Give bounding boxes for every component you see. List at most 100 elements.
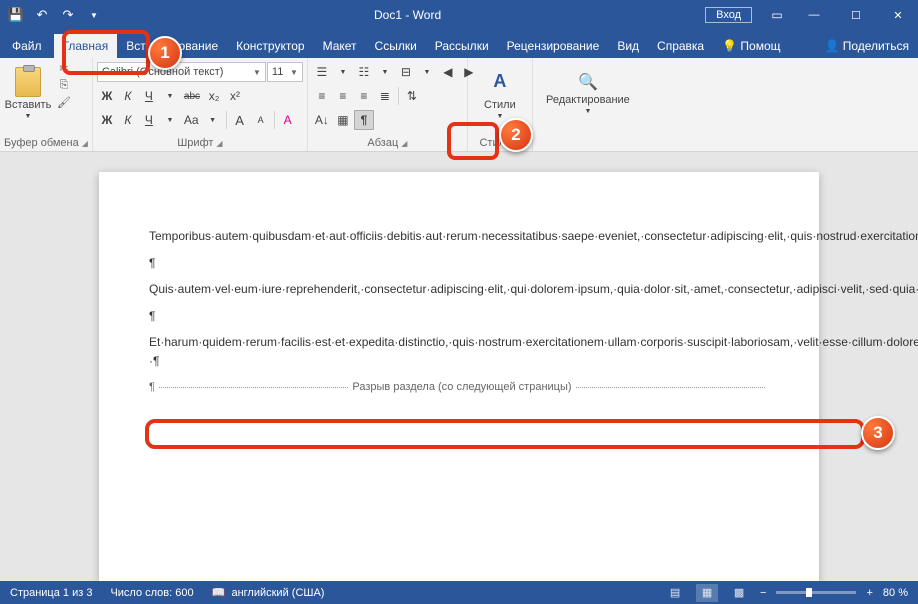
multilevel-icon[interactable]: ⊟ bbox=[396, 62, 416, 82]
ribbon-options-icon[interactable]: ▭ bbox=[762, 0, 792, 30]
dialog-launcher-icon[interactable]: ◢ bbox=[82, 139, 88, 148]
paragraph[interactable]: Quis·autem·vel·eum·iure·reprehenderit,·c… bbox=[149, 280, 769, 299]
editing-button[interactable]: 🔍 Редактирование ▼ bbox=[538, 60, 638, 126]
superscript-button[interactable]: x² bbox=[225, 86, 245, 106]
callout-number-2: 2 bbox=[499, 118, 533, 152]
group-paragraph: ☰▼ ☷▼ ⊟▼ ◀ ▶ ≡ ≡ ≡ ≣ ⇅ A↓ ▦ ¶ bbox=[308, 58, 468, 151]
tab-design[interactable]: Конструктор bbox=[227, 34, 313, 58]
group-label-paragraph: Абзац bbox=[367, 137, 398, 149]
bold-button[interactable]: Ж bbox=[97, 86, 117, 106]
quick-access-toolbar: 💾 ↶ ↷ ▼ bbox=[0, 3, 110, 27]
justify-icon[interactable]: ≣ bbox=[375, 86, 395, 106]
title-bar: 💾 ↶ ↷ ▼ Doc1 - Word Вход ▭ — ☐ ✕ bbox=[0, 0, 918, 30]
share-icon: 👤 bbox=[824, 39, 839, 53]
callout-number-3: 3 bbox=[861, 416, 895, 450]
numbering-more-icon[interactable]: ▼ bbox=[375, 62, 395, 82]
document-title: Doc1 - Word bbox=[110, 8, 705, 22]
line-spacing-icon[interactable]: ⇅ bbox=[402, 86, 422, 106]
dialog-launcher-icon[interactable]: ◢ bbox=[401, 139, 407, 148]
show-marks-button[interactable]: ¶ bbox=[354, 110, 374, 130]
copy-icon[interactable]: ⎘ bbox=[54, 77, 74, 94]
zoom-in-button[interactable]: + bbox=[866, 587, 872, 599]
shading-icon[interactable]: ▦ bbox=[333, 110, 353, 130]
ribbon: Вставить ▼ ✂ ⎘ 🖌 Буфер обмена◢ Calibri (… bbox=[0, 58, 918, 152]
multilevel-more-icon[interactable]: ▼ bbox=[417, 62, 437, 82]
format-painter-icon[interactable]: 🖌 bbox=[54, 94, 74, 111]
read-mode-icon[interactable]: ▤ bbox=[664, 584, 686, 602]
font-name-select[interactable]: Calibri (Основной текст)▼ bbox=[97, 62, 266, 82]
page: Temporibus·autem·quibusdam·et·aut·offici… bbox=[99, 172, 819, 581]
bulb-icon: 💡 bbox=[722, 39, 737, 53]
italic-button[interactable]: К bbox=[118, 86, 138, 106]
paragraph[interactable]: ¶ bbox=[149, 307, 769, 326]
cut-icon[interactable]: ✂ bbox=[54, 60, 74, 77]
dialog-launcher-icon[interactable]: ◢ bbox=[216, 139, 222, 148]
tab-review[interactable]: Рецензирование bbox=[498, 34, 609, 58]
font-size-select[interactable]: 11▼ bbox=[267, 62, 303, 82]
group-editing: 🔍 Редактирование ▼ bbox=[533, 58, 643, 151]
signin-button[interactable]: Вход bbox=[705, 7, 752, 23]
tab-help[interactable]: Справка bbox=[648, 34, 713, 58]
paragraph[interactable]: ¶ bbox=[149, 254, 769, 273]
paste-button[interactable]: Вставить ▼ bbox=[4, 60, 52, 126]
numbering-icon[interactable]: ☷ bbox=[354, 62, 374, 82]
close-button[interactable]: ✕ bbox=[878, 0, 918, 30]
underline-more-icon[interactable]: ▼ bbox=[160, 86, 180, 106]
save-icon[interactable]: 💾 bbox=[4, 3, 28, 27]
bullets-icon[interactable]: ☰ bbox=[312, 62, 332, 82]
group-clipboard: Вставить ▼ ✂ ⎘ 🖌 Буфер обмена◢ bbox=[0, 58, 93, 151]
paragraph[interactable]: Temporibus·autem·quibusdam·et·aut·offici… bbox=[149, 227, 769, 246]
tab-file[interactable]: Файл bbox=[0, 34, 54, 58]
tab-mailings[interactable]: Рассылки bbox=[426, 34, 498, 58]
ribbon-tabs: Файл Главная Вст исование Конструктор Ма… bbox=[0, 30, 918, 58]
align-right-icon[interactable]: ≡ bbox=[354, 86, 374, 106]
status-words[interactable]: Число слов: 600 bbox=[110, 587, 193, 599]
clear-format-button[interactable]: A bbox=[278, 110, 298, 130]
document-area[interactable]: Temporibus·autem·quibusdam·et·aut·offici… bbox=[0, 152, 918, 581]
tab-view[interactable]: Вид bbox=[608, 34, 648, 58]
group-label-clipboard: Буфер обмена bbox=[4, 137, 79, 149]
status-lang[interactable]: 📖 английский (США) bbox=[212, 586, 325, 599]
zoom-out-button[interactable]: − bbox=[760, 587, 766, 599]
align-center-icon[interactable]: ≡ bbox=[333, 86, 353, 106]
subscript-button[interactable]: x₂ bbox=[204, 86, 224, 106]
tab-references[interactable]: Ссылки bbox=[366, 34, 426, 58]
status-bar: Страница 1 из 3 Число слов: 600 📖 англий… bbox=[0, 581, 918, 604]
styles-icon: A bbox=[485, 67, 515, 97]
underline2-more-icon[interactable]: ▼ bbox=[160, 110, 180, 130]
case-more-icon[interactable]: ▼ bbox=[203, 110, 223, 130]
shrink-font-button[interactable]: A bbox=[251, 110, 271, 130]
section-break[interactable]: ¶ Разрыв раздела (со следующей страницы) bbox=[149, 379, 769, 396]
strike-button[interactable]: abc bbox=[181, 86, 203, 106]
qat-dropdown-icon[interactable]: ▼ bbox=[82, 3, 106, 27]
underline2-button[interactable]: Ч bbox=[139, 110, 159, 130]
group-label-font: Шрифт bbox=[177, 137, 213, 149]
tellme-button[interactable]: 💡 Помощ bbox=[713, 34, 789, 58]
tab-layout[interactable]: Макет bbox=[314, 34, 366, 58]
print-layout-icon[interactable]: ▦ bbox=[696, 584, 718, 602]
paragraph[interactable]: Et·harum·quidem·rerum·facilis·est·et·exp… bbox=[149, 333, 769, 370]
status-page[interactable]: Страница 1 из 3 bbox=[10, 587, 92, 599]
section-break-label: Разрыв раздела (со следующей страницы) bbox=[352, 379, 571, 396]
share-button[interactable]: 👤 Поделиться bbox=[815, 34, 918, 58]
spellcheck-icon: 📖 bbox=[212, 587, 226, 599]
italic2-button[interactable]: К bbox=[118, 110, 138, 130]
grow-font-button[interactable]: A bbox=[230, 110, 250, 130]
web-layout-icon[interactable]: ▩ bbox=[728, 584, 750, 602]
styles-button[interactable]: A Стили ▼ bbox=[476, 60, 524, 126]
minimize-button[interactable]: — bbox=[794, 0, 834, 30]
sort-icon[interactable]: A↓ bbox=[312, 110, 332, 130]
undo-icon[interactable]: ↶ bbox=[30, 3, 54, 27]
maximize-button[interactable]: ☐ bbox=[836, 0, 876, 30]
tab-home[interactable]: Главная bbox=[54, 34, 118, 58]
outdent-icon[interactable]: ◀ bbox=[438, 62, 458, 82]
underline-button[interactable]: Ч bbox=[139, 86, 159, 106]
bold2-button[interactable]: Ж bbox=[97, 110, 117, 130]
align-left-icon[interactable]: ≡ bbox=[312, 86, 332, 106]
redo-icon[interactable]: ↷ bbox=[56, 3, 80, 27]
zoom-slider[interactable] bbox=[776, 591, 856, 594]
bullets-more-icon[interactable]: ▼ bbox=[333, 62, 353, 82]
tab-insert[interactable]: Вст bbox=[117, 34, 146, 58]
case-button[interactable]: Aa bbox=[181, 110, 202, 130]
zoom-level[interactable]: 80 % bbox=[883, 587, 908, 599]
